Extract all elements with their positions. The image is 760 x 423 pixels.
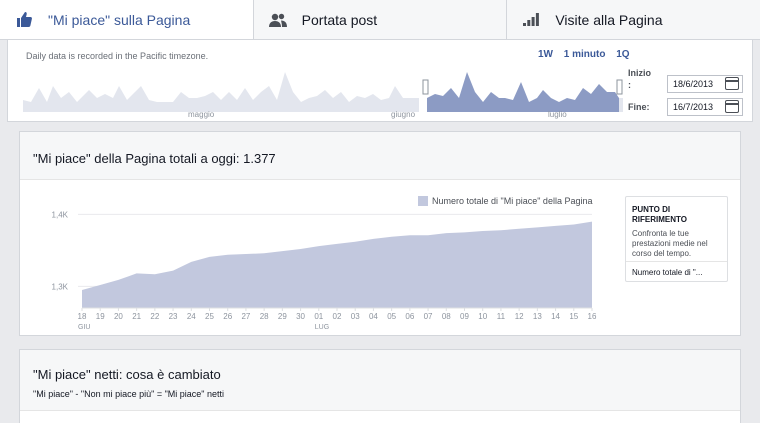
x-tick-label: 25: [205, 312, 214, 321]
card-subtitle: "Mi piace" - "Non mi piace più" = "Mi pi…: [33, 389, 224, 399]
selection-handle-left: [422, 79, 429, 95]
total-likes-card: "Mi piace" della Pagina totali a oggi: 1…: [19, 131, 741, 336]
tab-page-visits[interactable]: Visite alla Pagina: [507, 0, 760, 39]
x-tick-label: 02: [333, 312, 342, 321]
x-tick-label: 24: [187, 312, 196, 321]
start-date-label: Inizio :: [628, 68, 651, 90]
x-tick-label: 30: [296, 312, 305, 321]
x-tick-label: 27: [241, 312, 250, 321]
x-tick-label: 14: [551, 312, 560, 321]
x-tick-label: 07: [424, 312, 433, 321]
x-tick-label: 26: [223, 312, 232, 321]
net-likes-card: "Mi piace" netti: cosa è cambiato "Mi pi…: [19, 349, 741, 423]
x-tick-label: 21: [132, 312, 141, 321]
people-icon: [268, 12, 288, 28]
tab-post-reach[interactable]: Portata post: [254, 0, 508, 39]
x-tick-label: 16: [588, 312, 597, 321]
month-label: giugno: [391, 110, 416, 119]
range-selector: 1W 1 minuto 1Q: [538, 49, 638, 60]
x-tick-label: 11: [497, 312, 506, 321]
x-tick-label: 19: [96, 312, 105, 321]
month-label: luglio: [548, 110, 567, 119]
x-tick-label: 28: [260, 312, 269, 321]
y-tick-label: 1,3K: [52, 282, 69, 291]
x-month-label: LUG: [315, 324, 329, 331]
month-label: maggio: [188, 110, 215, 119]
x-tick-label: 22: [150, 312, 159, 321]
overview-sparkline[interactable]: [23, 62, 623, 112]
range-1q[interactable]: 1Q: [616, 49, 629, 60]
x-tick-label: 13: [533, 312, 542, 321]
tab-page-likes[interactable]: "Mi piace" sulla Pagina: [0, 0, 254, 39]
range-1w[interactable]: 1W: [538, 49, 553, 60]
range-1m[interactable]: 1 minuto: [564, 49, 606, 60]
timezone-note: Daily data is recorded in the Pacific ti…: [26, 51, 209, 61]
x-tick-label: 04: [369, 312, 378, 321]
x-tick-label: 05: [387, 312, 396, 321]
legend-label: Numero totale di "Mi piace" della Pagina: [432, 196, 593, 206]
card-title: "Mi piace" netti: cosa è cambiato: [33, 367, 221, 382]
chart-legend: Numero totale di "Mi piace" della Pagina: [418, 196, 592, 206]
x-tick-label: 12: [515, 312, 524, 321]
tab-label: Portata post: [301, 11, 378, 28]
benchmark-metric-select[interactable]: Numero totale di "...: [626, 261, 727, 281]
overview-panel: Daily data is recorded in the Pacific ti…: [7, 40, 753, 122]
sparkline-area-background: [23, 72, 419, 112]
x-tick-label: 01: [314, 312, 323, 321]
x-tick-label: 20: [114, 312, 123, 321]
x-tick-label: 18: [78, 312, 87, 321]
card-title: "Mi piace" della Pagina totali a oggi: 1…: [20, 132, 740, 180]
end-date-label: Fine:: [628, 102, 650, 112]
tab-bar: "Mi piace" sulla Pagina Portata post Vis…: [0, 0, 760, 40]
x-tick-label: 23: [169, 312, 178, 321]
sparkline-area-selected: [427, 72, 619, 112]
tab-label: Visite alla Pagina: [555, 11, 663, 28]
calendar-icon[interactable]: [725, 77, 739, 90]
benchmark-box: PUNTO DI RIFERIMENTO Confronta le tue pr…: [625, 196, 728, 282]
tab-label: "Mi piace" sulla Pagina: [48, 11, 191, 28]
x-tick-label: 15: [569, 312, 578, 321]
benchmark-title: PUNTO DI RIFERIMENTO: [632, 205, 687, 224]
x-tick-label: 29: [278, 312, 287, 321]
x-tick-label: 10: [478, 312, 487, 321]
selection-handle-right: [616, 79, 623, 95]
y-tick-label: 1,4K: [52, 210, 69, 219]
sparkline-area-tail: [619, 98, 623, 112]
x-month-label: GIU: [78, 324, 90, 331]
x-tick-label: 03: [351, 312, 360, 321]
thumbs-up-icon: [14, 12, 34, 28]
x-tick-label: 06: [405, 312, 414, 321]
x-tick-label: 08: [442, 312, 451, 321]
x-tick-label: 09: [460, 312, 469, 321]
calendar-icon[interactable]: [725, 100, 739, 113]
likes-area: [82, 221, 592, 308]
benchmark-description: Confronta le tue prestazioni medie nel c…: [632, 229, 708, 258]
card-header: "Mi piace" netti: cosa è cambiato "Mi pi…: [20, 350, 740, 411]
legend-swatch: [418, 196, 428, 206]
bar-chart-icon: [521, 12, 541, 28]
